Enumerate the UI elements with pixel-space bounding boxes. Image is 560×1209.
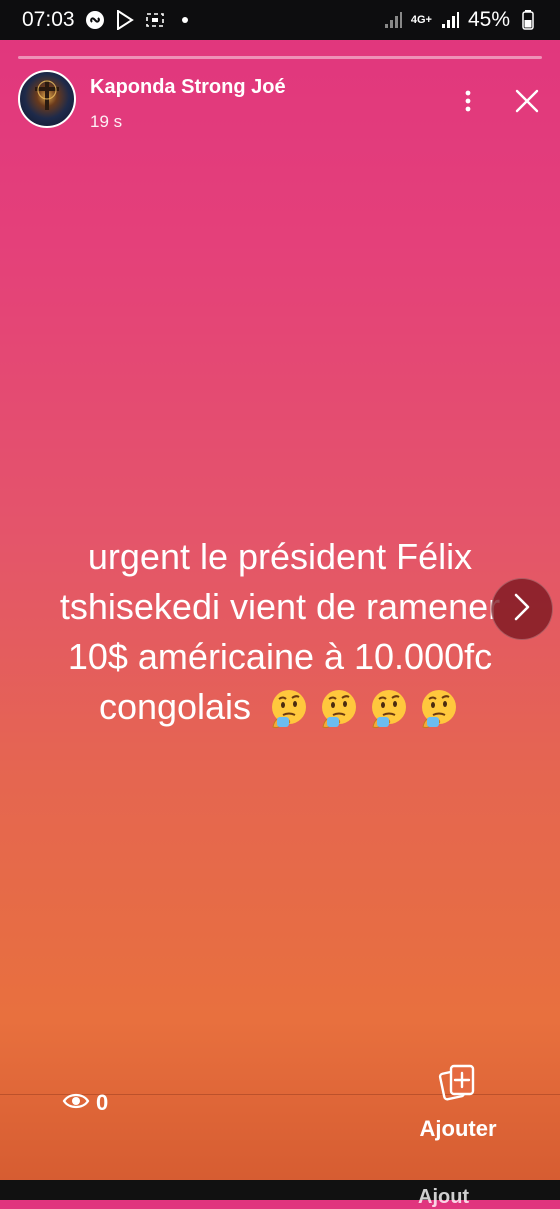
battery-label: 45%: [467, 8, 510, 31]
chevron-right-icon: [512, 592, 532, 627]
thinking-face-emoji: [367, 687, 411, 731]
author-name[interactable]: Kaponda Strong Joé: [90, 76, 286, 99]
thinking-face-emoji: [417, 687, 461, 731]
add-story-label: Ajouter: [419, 1116, 497, 1141]
shazam-icon: [85, 10, 105, 30]
story-text: urgent le président Félix tshisekedi vie…: [30, 532, 530, 732]
navigation-bar: [0, 1180, 560, 1200]
more-vert-icon: [465, 90, 471, 117]
story-time: 19 s: [90, 112, 123, 131]
add-card-icon: [438, 1062, 478, 1102]
close-icon: [515, 89, 539, 118]
dot-icon: [175, 10, 195, 30]
views-count: 0: [96, 1090, 109, 1115]
story-progress-bar: [18, 56, 542, 59]
eye-icon: [62, 1090, 90, 1116]
status-bar: 07:03 4G+ 45%: [0, 0, 560, 40]
story-header: Kaponda Strong Joé 19 s: [18, 70, 542, 132]
next-story-button[interactable]: [491, 578, 553, 640]
signal-icon: [440, 10, 460, 30]
thinking-face-emoji: [317, 687, 361, 731]
emoji-group: [267, 687, 461, 731]
thinking-face-emoji: [267, 687, 311, 731]
views-counter[interactable]: 0: [62, 1090, 108, 1116]
battery-icon: [518, 10, 538, 30]
close-button[interactable]: [510, 86, 544, 120]
avatar[interactable]: [18, 70, 76, 128]
signal-icon: [383, 10, 403, 30]
network-label: 4G+: [410, 13, 432, 26]
screen-record-icon: [145, 10, 165, 30]
status-time: 07:03: [22, 8, 75, 31]
add-story-button[interactable]: Ajouter: [408, 1062, 508, 1152]
more-options-button[interactable]: [456, 88, 480, 118]
play-store-icon: [115, 10, 135, 30]
bottom-peek-label: Ajout: [418, 1186, 470, 1208]
